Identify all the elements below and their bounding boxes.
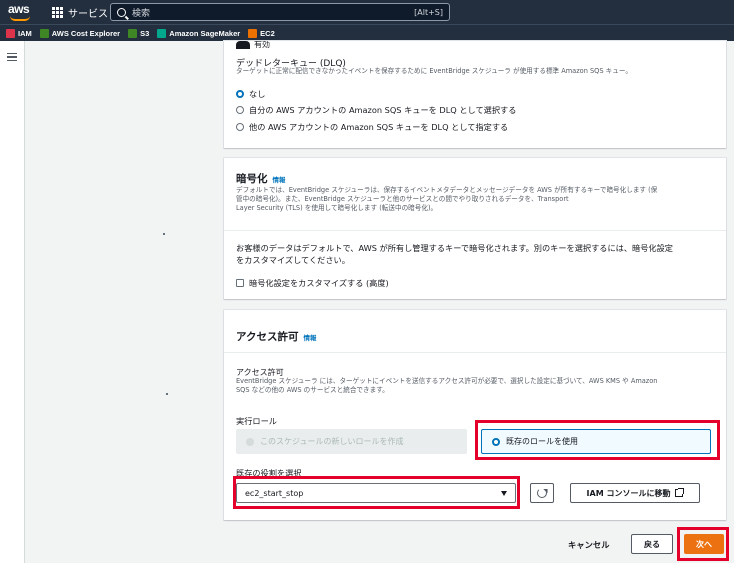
access-header: アクセス許可 情報 bbox=[236, 329, 316, 344]
favorite-label: EC2 bbox=[260, 28, 275, 38]
search-icon bbox=[117, 7, 126, 17]
encryption-notice: お客様のデータはデフォルトで、AWS が所有し管理するキーで暗号化されます。別の… bbox=[236, 242, 673, 266]
next-button[interactable]: 次へ bbox=[684, 534, 724, 554]
search-shortcut: [Alt+S] bbox=[414, 7, 443, 17]
dlq-option-own-account[interactable]: 自分の AWS アカウントの Amazon SQS キューを DLQ として選択… bbox=[236, 103, 516, 116]
exec-role-label: 実行ロール bbox=[236, 416, 277, 426]
top-navigation-bar: aws サービス 検索 [Alt+S] bbox=[0, 0, 734, 24]
encryption-info-link[interactable]: 情報 bbox=[273, 174, 286, 184]
toggle-icon bbox=[236, 41, 250, 49]
favorite-label: AWS Cost Explorer bbox=[51, 28, 121, 38]
radio-icon bbox=[236, 122, 244, 131]
stray-dot bbox=[166, 393, 168, 395]
radio-icon bbox=[246, 437, 254, 446]
refresh-icon bbox=[537, 488, 547, 498]
favorite-s3[interactable]: S3 bbox=[128, 28, 150, 38]
ec2-icon bbox=[248, 28, 258, 38]
role-option-create-new[interactable]: このスケジュールの新しいロールを作成 bbox=[236, 429, 467, 454]
encryption-title: 暗号化 bbox=[236, 173, 268, 185]
search-placeholder: 検索 bbox=[132, 8, 151, 19]
cost-explorer-icon bbox=[39, 28, 49, 38]
favorite-label: Amazon SageMaker bbox=[169, 28, 241, 38]
role-option-label: 既存のロールを使用 bbox=[506, 437, 578, 446]
menu-icon[interactable] bbox=[7, 53, 17, 61]
checkbox-label: 暗号化設定をカスタマイズする (高度) bbox=[249, 277, 389, 288]
role-option-label: このスケジュールの新しいロールを作成 bbox=[260, 437, 404, 446]
access-title: アクセス許可 bbox=[236, 331, 299, 343]
encryption-description: デフォルトでは、EventBridge スケジューラは、保存するイベントメタデー… bbox=[236, 186, 722, 213]
access-panel: アクセス許可 情報 アクセス許可 EventBridge スケジューラ には、タ… bbox=[224, 310, 726, 520]
aws-logo[interactable]: aws bbox=[8, 2, 34, 22]
search-input[interactable]: 検索 [Alt+S] bbox=[110, 3, 450, 21]
toggle-label: 有効 bbox=[254, 41, 270, 49]
favorites-bar: IAM AWS Cost Explorer S3 Amazon SageMake… bbox=[0, 24, 734, 41]
aws-logo-text: aws bbox=[8, 2, 30, 16]
favorite-label: IAM bbox=[18, 28, 32, 38]
cut-toggle[interactable]: 有効 bbox=[236, 41, 270, 49]
encryption-description-line: デフォルトでは、EventBridge スケジューラは、保存するイベントメタデー… bbox=[236, 186, 658, 194]
favorite-label: S3 bbox=[140, 28, 150, 38]
dlq-option-none[interactable]: なし bbox=[236, 87, 265, 100]
selected-role-value: ec2_start_stop bbox=[245, 488, 304, 498]
favorite-ec2[interactable]: EC2 bbox=[248, 28, 275, 38]
customize-encryption-checkbox[interactable]: 暗号化設定をカスタマイズする (高度) bbox=[236, 276, 389, 289]
select-role-label: 既存の役割を選択 bbox=[236, 468, 302, 478]
external-link-icon bbox=[675, 488, 685, 497]
encryption-header: 暗号化 情報 bbox=[236, 171, 286, 186]
access-info-link[interactable]: 情報 bbox=[303, 332, 316, 342]
grid-icon bbox=[52, 6, 63, 18]
encryption-notice-line: をカスタマイズしてください。 bbox=[236, 255, 350, 265]
radio-icon bbox=[236, 89, 244, 98]
services-label: サービス bbox=[68, 8, 108, 20]
aws-smile-icon bbox=[10, 16, 30, 21]
sagemaker-icon bbox=[157, 28, 167, 38]
dlq-panel: 有効 デッドレターキュー (DLQ) ターゲットに正常に配信できなかったイベント… bbox=[224, 41, 726, 148]
iam-console-button[interactable]: IAM コンソールに移動 bbox=[570, 483, 700, 503]
access-desc-line: SQS などの他の AWS のサービスと統合できます。 bbox=[236, 386, 389, 394]
back-button[interactable]: 戻る bbox=[631, 534, 673, 554]
radio-icon bbox=[492, 437, 500, 446]
back-label: 戻る bbox=[644, 539, 660, 549]
encryption-description-line: 管中の暗号化)。また、EventBridge スケジューラと他のサービスとの間で… bbox=[236, 195, 569, 203]
checkbox-icon bbox=[236, 278, 244, 287]
access-field-description: EventBridge スケジューラ には、ターゲットにイベントを送信するアクセ… bbox=[236, 377, 722, 395]
refresh-roles-button[interactable] bbox=[530, 483, 554, 503]
divider bbox=[224, 352, 726, 353]
favorite-cost-explorer[interactable]: AWS Cost Explorer bbox=[39, 28, 121, 38]
radio-label: 自分の AWS アカウントの Amazon SQS キューを DLQ として選択… bbox=[249, 104, 517, 115]
favorite-iam[interactable]: IAM bbox=[6, 28, 32, 38]
stray-dot bbox=[163, 233, 165, 235]
radio-label: 他の AWS アカウントの Amazon SQS キューを DLQ として指定す… bbox=[249, 121, 509, 132]
radio-icon bbox=[236, 105, 244, 114]
s3-icon bbox=[128, 28, 138, 38]
dlq-option-other-account[interactable]: 他の AWS アカウントの Amazon SQS キューを DLQ として指定す… bbox=[236, 120, 508, 133]
iam-icon bbox=[6, 28, 15, 38]
iam-console-label: IAM コンソールに移動 bbox=[586, 488, 671, 498]
role-option-existing[interactable]: 既存のロールを使用 bbox=[481, 429, 711, 454]
encryption-panel: 暗号化 情報 デフォルトでは、EventBridge スケジューラは、保存するイ… bbox=[224, 158, 726, 299]
favorite-sagemaker[interactable]: Amazon SageMaker bbox=[157, 28, 241, 38]
divider bbox=[224, 230, 726, 231]
access-desc-line: EventBridge スケジューラ には、ターゲットにイベントを送信するアクセ… bbox=[236, 377, 658, 385]
next-label: 次へ bbox=[696, 539, 712, 549]
encryption-description-line: Layer Security (TLS) を使用して暗号化します (転送中の暗号… bbox=[236, 204, 438, 212]
cancel-button[interactable]: キャンセル bbox=[568, 539, 610, 551]
radio-label: なし bbox=[249, 88, 266, 99]
caret-down-icon bbox=[501, 491, 507, 496]
dlq-description: ターゲットに正常に配信できなかったイベントを保存するために EventBridg… bbox=[236, 67, 632, 75]
services-menu-button[interactable]: サービス bbox=[52, 4, 108, 20]
role-select-dropdown[interactable]: ec2_start_stop bbox=[236, 483, 516, 503]
encryption-notice-line: お客様のデータはデフォルトで、AWS が所有し管理するキーで暗号化されます。別の… bbox=[236, 243, 673, 253]
side-navigation-rail bbox=[0, 41, 25, 563]
